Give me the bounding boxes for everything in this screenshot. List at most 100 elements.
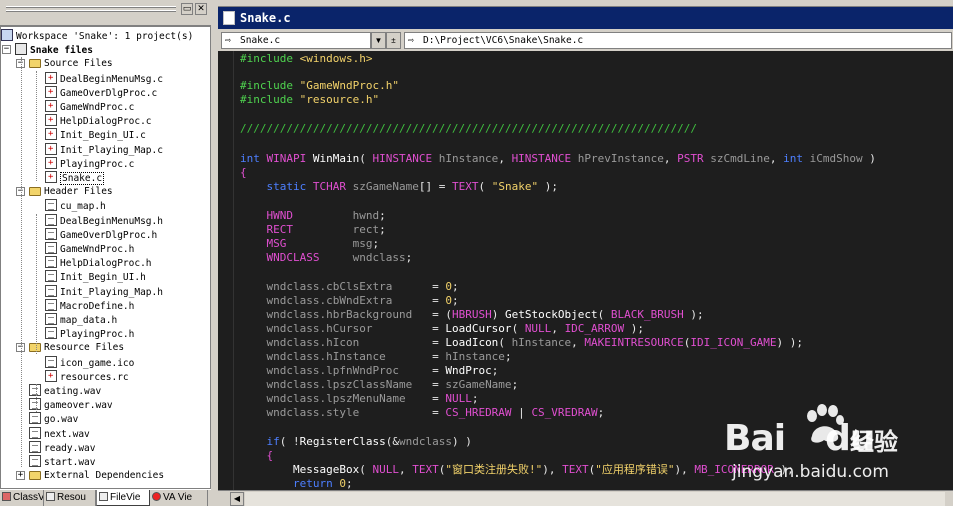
- file-node[interactable]: GameWndProc.c: [45, 99, 134, 114]
- file-icon: [45, 213, 57, 226]
- dock-grip-2[interactable]: [6, 10, 176, 12]
- file-icon: [45, 355, 57, 368]
- folder-icon: [29, 343, 41, 353]
- source-file-icon: [45, 170, 57, 184]
- file-icon: [29, 412, 41, 425]
- restore-pane-button[interactable]: ▭: [181, 3, 193, 15]
- file-icon: [45, 256, 57, 269]
- file-node[interactable]: PlayingProc.h: [45, 327, 134, 341]
- file-icon: [29, 384, 41, 396]
- file-node[interactable]: Snake.c: [45, 170, 105, 185]
- scroll-track[interactable]: [245, 492, 945, 506]
- code-line: MessageBox( NULL, TEXT("窗口类注册失败!"), TEXT…: [292, 463, 794, 476]
- mdi-strip: [218, 0, 953, 7]
- code-line: wndclass.hCursor = LoadCursor( NULL, IDC…: [266, 322, 645, 335]
- file-node[interactable]: cu_map.h: [45, 199, 106, 213]
- code-line: wndclass.hInstance = hInstance;: [266, 350, 512, 363]
- file-node[interactable]: PlayingProc.c: [45, 156, 134, 171]
- resourceview-icon: [46, 492, 55, 501]
- file-node[interactable]: go.wav: [29, 412, 78, 426]
- editor-gutter: [218, 51, 234, 490]
- scroll-left-button[interactable]: ◀: [230, 492, 244, 506]
- file-node[interactable]: Init_Playing_Map.h: [45, 284, 163, 299]
- file-node[interactable]: gameover.wav: [29, 398, 113, 412]
- file-node[interactable]: MacroDefine.h: [45, 298, 134, 313]
- file-history-button[interactable]: ±: [386, 32, 401, 49]
- file-node[interactable]: DealBeginMenuMsg.h: [45, 213, 163, 228]
- source-file-icon: [45, 142, 57, 156]
- code-line: wndclass.lpszMenuName = NULL;: [266, 392, 479, 405]
- file-node[interactable]: next.wav: [29, 426, 90, 441]
- code-line: WNDCLASS wndclass;: [266, 251, 413, 264]
- horizontal-scrollbar[interactable]: ◀: [218, 490, 953, 506]
- file-dropdown-button[interactable]: ▼: [371, 32, 386, 49]
- file-node[interactable]: start.wav: [29, 455, 95, 469]
- folder-icon: [29, 187, 41, 197]
- arrow-right-icon: ⇨: [225, 35, 232, 46]
- workspace-tabs: ClassV Resou FileVie VA Vie: [0, 489, 211, 506]
- file-node[interactable]: HelpDialogProc.c: [45, 113, 152, 128]
- workspace-pane: ▭ ✕ Workspace 'Snake': 1 project(s) Snake…: [0, 0, 211, 506]
- tab-va-view[interactable]: VA Vie: [150, 490, 208, 506]
- file-node[interactable]: resources.rc: [45, 369, 129, 384]
- tree-guide-line: [36, 71, 37, 181]
- workspace-root[interactable]: Workspace 'Snake': 1 project(s): [1, 29, 193, 43]
- editor-title-bar[interactable]: Snake.c: [218, 7, 953, 29]
- folder-node[interactable]: Header Files: [29, 185, 113, 199]
- fileview-icon: [99, 492, 108, 501]
- file-icon: [45, 270, 57, 283]
- file-node[interactable]: Init_Begin_UI.h: [45, 270, 146, 284]
- expand-toggle[interactable]: +: [16, 471, 25, 481]
- tab-fileview[interactable]: FileVie: [96, 490, 150, 506]
- tab-classview[interactable]: ClassV: [0, 490, 44, 506]
- close-pane-button[interactable]: ✕: [195, 3, 207, 15]
- file-node[interactable]: map_data.h: [45, 313, 117, 327]
- file-path-combo[interactable]: ⇨ D:\Project\VC6\Snake\Snake.c: [404, 32, 952, 49]
- external-dependencies-node[interactable]: External Dependencies: [29, 469, 164, 483]
- file-tree[interactable]: Workspace 'Snake': 1 project(s) Snake fil…: [0, 26, 211, 489]
- file-icon: [29, 398, 41, 411]
- file-node[interactable]: eating.wav: [29, 384, 101, 398]
- tab-resourceview[interactable]: Resou: [44, 490, 96, 506]
- folder-icon: [29, 59, 41, 69]
- code-line: {: [266, 449, 274, 462]
- file-node[interactable]: DealBeginMenuMsg.c: [45, 71, 163, 86]
- baidu-paw-icon: [807, 404, 844, 443]
- file-icon: [45, 242, 57, 254]
- code-line: HWND hwnd;: [266, 209, 386, 222]
- project-node[interactable]: Snake files: [15, 43, 93, 57]
- code-line: RECT rect;: [266, 223, 386, 236]
- file-icon: [29, 440, 41, 453]
- expand-toggle[interactable]: −: [2, 45, 11, 55]
- code-line: wndclass.cbWndExtra = 0;: [266, 294, 459, 307]
- file-icon: [29, 426, 41, 439]
- document-icon: [223, 11, 235, 25]
- file-node[interactable]: Init_Begin_UI.c: [45, 127, 146, 142]
- arrow-right-icon-2: ⇨: [408, 35, 415, 46]
- code-line: #include <windows.h>: [240, 52, 373, 65]
- file-node[interactable]: icon_game.ico: [45, 355, 134, 370]
- file-node[interactable]: GameOverDlgProc.h: [45, 227, 157, 242]
- file-icon: [45, 327, 57, 340]
- file-icon: [29, 455, 41, 467]
- file-icon: [45, 313, 57, 325]
- folder-node[interactable]: Resource Files: [29, 341, 124, 355]
- file-icon: [45, 199, 57, 212]
- code-line: {: [240, 166, 247, 179]
- file-node[interactable]: ready.wav: [29, 440, 95, 455]
- file-node[interactable]: GameOverDlgProc.c: [45, 85, 157, 100]
- code-line: wndclass.cbClsExtra = 0;: [266, 280, 459, 293]
- file-selector-combo[interactable]: ⇨ Snake.c: [221, 32, 371, 49]
- folder-node[interactable]: Source Files: [29, 57, 113, 71]
- code-line: #include "resource.h": [240, 93, 380, 106]
- workspace-pane-header: ▭ ✕: [0, 0, 211, 26]
- code-line: if( !RegisterClass(&wndclass) ): [266, 435, 472, 448]
- code-line: MSG msg;: [266, 237, 380, 250]
- file-node[interactable]: GameWndProc.h: [45, 242, 134, 256]
- dock-grip[interactable]: [6, 6, 176, 8]
- file-node[interactable]: HelpDialogProc.h: [45, 256, 152, 270]
- file-node[interactable]: Init_Playing_Map.c: [45, 142, 163, 157]
- code-line: wndclass.hIcon = LoadIcon( hInstance, MA…: [266, 336, 803, 349]
- baidu-watermark: Bai du 经验 jingyan.baidu.com: [716, 398, 946, 492]
- code-line: return 0;: [292, 477, 353, 490]
